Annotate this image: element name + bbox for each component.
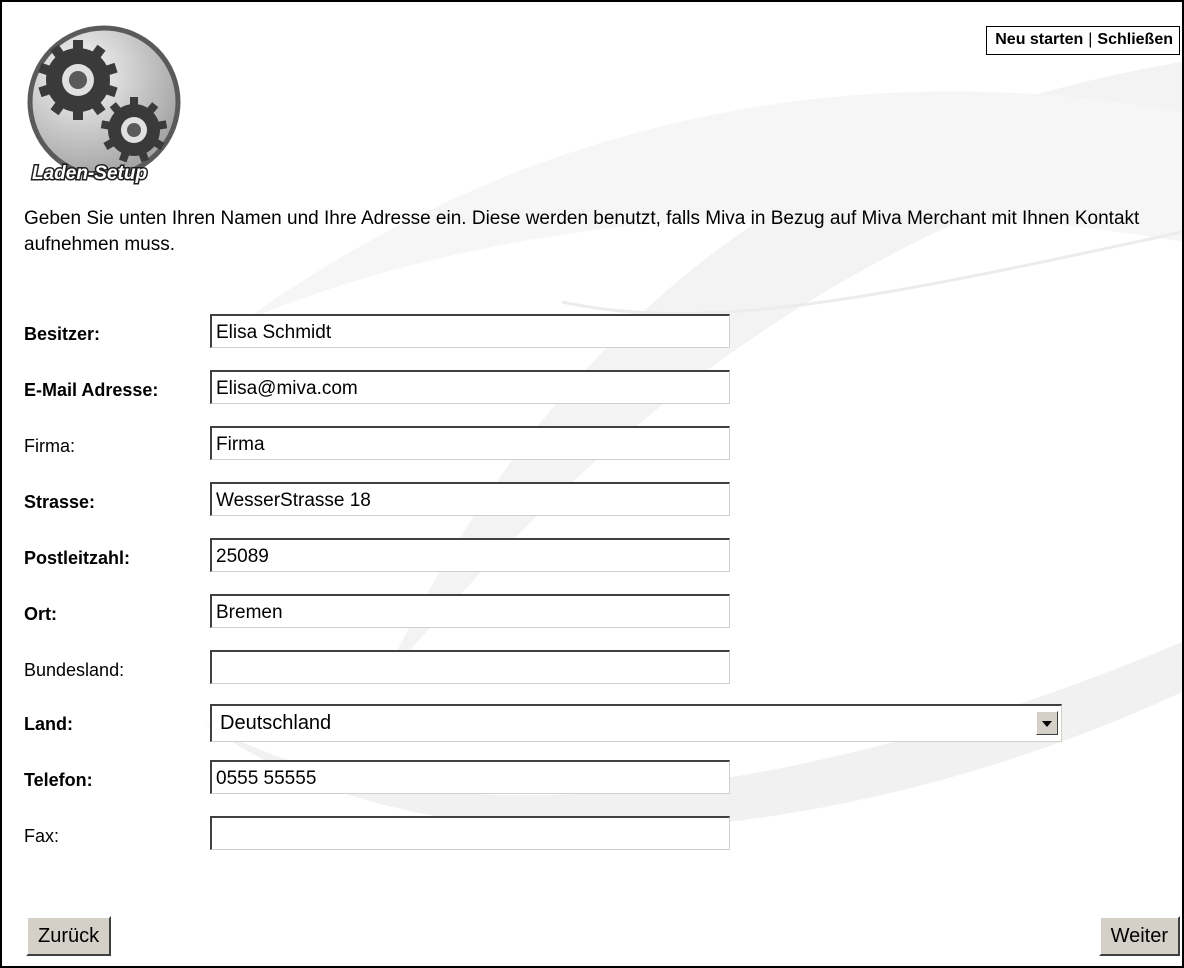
back-button[interactable]: Zurück — [26, 916, 112, 956]
email-label: E-Mail Adresse: — [24, 380, 159, 400]
fax-label: Fax: — [24, 826, 60, 846]
phone-input[interactable] — [210, 760, 730, 794]
top-navigation: Neu starten | Schließen — [986, 26, 1180, 55]
company-input[interactable] — [210, 426, 730, 460]
city-label: Ort: — [24, 604, 57, 624]
intro-text: Geben Sie unten Ihren Namen und Ihre Adr… — [24, 208, 1140, 255]
chevron-down-icon — [1042, 721, 1052, 727]
state-input[interactable] — [210, 650, 730, 684]
next-button[interactable]: Weiter — [1098, 916, 1180, 956]
zip-label: Postleitzahl: — [24, 548, 131, 568]
close-link[interactable]: Schließen — [1097, 31, 1173, 48]
country-selected-value: Deutschland — [220, 712, 332, 734]
phone-label: Telefon: — [24, 770, 93, 790]
email-input[interactable] — [210, 370, 730, 404]
owner-input[interactable] — [210, 314, 730, 348]
street-input[interactable] — [210, 482, 730, 516]
zip-input[interactable] — [210, 538, 730, 572]
nav-separator: | — [1088, 31, 1093, 48]
owner-label: Besitzer: — [24, 324, 101, 344]
state-label: Bundesland: — [24, 660, 125, 680]
store-setup-logo: Laden-Setup — [27, 25, 181, 186]
logo-label: Laden-Setup — [32, 163, 147, 184]
country-label: Land: — [24, 714, 73, 734]
street-label: Strasse: — [24, 492, 96, 512]
setup-window: Neu starten | Schließen Laden-Setup Gebe… — [0, 0, 1184, 968]
restart-link[interactable]: Neu starten — [995, 31, 1083, 48]
company-label: Firma: — [24, 436, 75, 456]
fax-input[interactable] — [210, 816, 730, 850]
dropdown-button[interactable] — [1036, 711, 1058, 735]
country-select[interactable]: Deutschland — [210, 704, 1062, 742]
city-input[interactable] — [210, 594, 730, 628]
